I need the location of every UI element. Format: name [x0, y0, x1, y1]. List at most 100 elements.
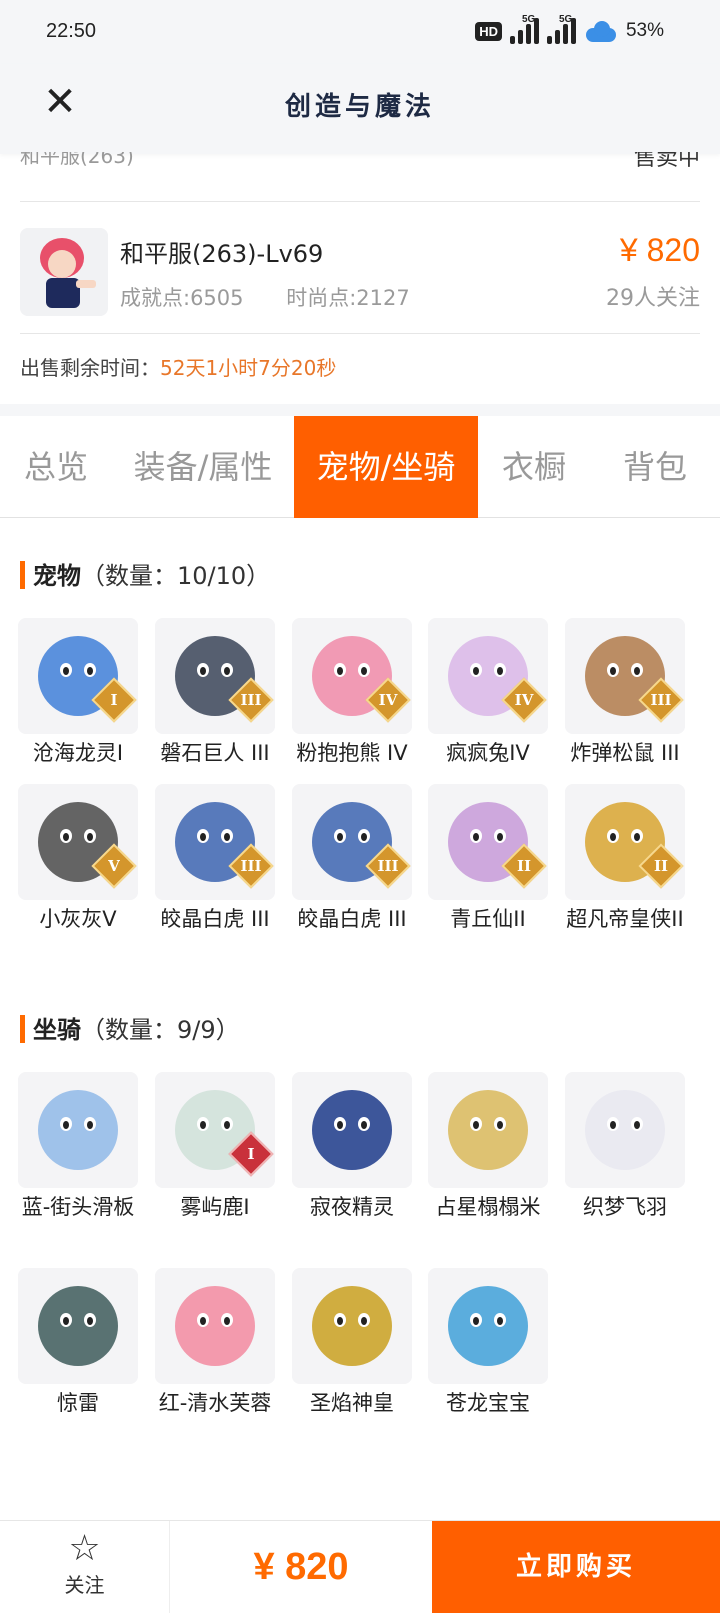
cloud-icon — [584, 20, 618, 42]
item-label: 沧海龙灵I — [32, 741, 124, 765]
item-label: 圣焰神皇 — [310, 1391, 394, 1415]
sale-status: 售卖中 — [633, 152, 700, 171]
remaining-label: 出售剩余时间： — [20, 356, 160, 380]
pet-item[interactable]: III 皎晶白虎 III — [292, 784, 412, 934]
item-image — [18, 1072, 138, 1188]
item-image: II — [428, 784, 548, 900]
character-price: ¥ 820 — [619, 232, 700, 268]
section-accent — [20, 1015, 25, 1043]
pet-item[interactable]: IV 粉抱抱熊 IV — [292, 618, 412, 768]
star-icon: ☆ — [68, 1528, 101, 1569]
item-label: 粉抱抱熊 IV — [296, 741, 408, 765]
pet-item[interactable]: I 沧海龙灵I — [18, 618, 138, 768]
item-image: III — [292, 784, 412, 900]
pet-item[interactable]: III 皎晶白虎 III — [155, 784, 275, 934]
item-label: 皎晶白虎 III — [160, 907, 270, 931]
pet-item[interactable]: II 青丘仙II — [428, 784, 548, 934]
mount-item[interactable]: 红-清水芙蓉 — [155, 1268, 275, 1418]
bottom-price: ¥ 820 — [253, 1546, 349, 1588]
item-label: 蓝-街头滑板 — [21, 1195, 135, 1219]
tab-bag[interactable]: 背包 — [590, 416, 720, 518]
status-bar: 22:50 HD 5G 5G 53% — [0, 0, 720, 64]
mounts-section-title: 坐骑（数量：9/9） — [20, 1010, 240, 1045]
follower-count: 29人关注 — [606, 286, 700, 311]
character-name: 和平服(263)-Lv69 — [120, 240, 324, 268]
item-image — [565, 1072, 685, 1188]
character-stats: 成就点:6505 时尚点:2127 — [120, 282, 446, 312]
item-label: 小灰灰V — [39, 907, 117, 931]
mount-item[interactable]: 惊雷 — [18, 1268, 138, 1418]
item-label: 红-清水芙蓉 — [158, 1391, 272, 1415]
tab-wardrobe[interactable]: 衣橱 — [478, 416, 590, 518]
mount-item[interactable]: 占星榻榻米 — [428, 1072, 548, 1222]
section-divider — [0, 404, 720, 416]
item-label: 寂夜精灵 — [310, 1195, 394, 1219]
item-label: 青丘仙II — [450, 907, 526, 931]
item-image — [155, 1268, 275, 1384]
pet-item[interactable]: V 小灰灰V — [18, 784, 138, 934]
item-label: 织梦飞羽 — [583, 1195, 667, 1219]
battery-text: 53% — [625, 20, 664, 41]
signal-icon-2: 5G — [546, 14, 576, 44]
character-avatar — [20, 228, 108, 316]
achievement-points: 成就点:6505 — [120, 286, 244, 310]
item-label: 苍龙宝宝 — [446, 1391, 530, 1415]
pets-title: 宠物 — [33, 562, 81, 590]
hd-badge: HD — [475, 21, 502, 41]
item-label: 皎晶白虎 III — [297, 907, 407, 931]
item-label: 惊雷 — [57, 1391, 99, 1415]
item-image — [292, 1268, 412, 1384]
mounts-count: （数量：9/9） — [81, 1016, 240, 1044]
item-image: III — [155, 784, 275, 900]
pets-count: （数量：10/10） — [81, 562, 271, 590]
signal-icon: 5G — [509, 14, 539, 44]
item-image: III — [155, 618, 275, 734]
pet-item[interactable]: IV 疯疯兔IV — [428, 618, 548, 768]
status-icons: HD 5G 5G 53% — [475, 14, 664, 44]
fashion-points: 时尚点:2127 — [286, 286, 410, 310]
mount-item[interactable]: 寂夜精灵 — [292, 1072, 412, 1222]
item-image: IV — [428, 618, 548, 734]
item-image: V — [18, 784, 138, 900]
mount-item[interactable]: 苍龙宝宝 — [428, 1268, 548, 1418]
item-image — [428, 1268, 548, 1384]
mount-item[interactable]: 蓝-街头滑板 — [18, 1072, 138, 1222]
item-image — [428, 1072, 548, 1188]
remaining-time: 出售剩余时间：52天1小时7分20秒 — [20, 352, 336, 381]
item-label: 雾屿鹿I — [180, 1195, 250, 1219]
follow-button[interactable]: ☆ 关注 — [0, 1521, 170, 1613]
pet-item[interactable]: III 炸弹松鼠 III — [565, 618, 685, 768]
item-label: 炸弹松鼠 III — [570, 741, 680, 765]
server-row: 和平服(263) 售卖中 — [20, 152, 700, 202]
mount-item[interactable]: 圣焰神皇 — [292, 1268, 412, 1418]
mount-item[interactable]: 织梦飞羽 — [565, 1072, 685, 1222]
mount-item[interactable]: I 雾屿鹿I — [155, 1072, 275, 1222]
item-image: II — [565, 784, 685, 900]
status-time: 22:50 — [46, 20, 97, 42]
tab-overview[interactable]: 总览 — [0, 416, 112, 518]
pet-item[interactable]: III 磐石巨人 III — [155, 618, 275, 768]
item-image: I — [155, 1072, 275, 1188]
item-image: IV — [292, 618, 412, 734]
page-title: 创造与魔法 — [284, 92, 435, 122]
item-image — [18, 1268, 138, 1384]
section-accent — [20, 561, 25, 589]
server-name: 和平服(263) — [20, 152, 134, 168]
pets-section-title: 宠物（数量：10/10） — [20, 556, 270, 591]
follow-label: 关注 — [64, 1573, 105, 1597]
bottom-bar: ☆ 关注 ¥ 820 立即购买 — [0, 1520, 720, 1613]
item-label: 超凡帝皇侠II — [566, 907, 684, 931]
tab-equipment[interactable]: 装备/属性 — [112, 416, 294, 518]
nav-bar: ✕ 创造与魔法 — [0, 64, 720, 154]
item-label: 占星榻榻米 — [435, 1195, 541, 1219]
buy-now-button[interactable]: 立即购买 — [432, 1521, 720, 1613]
item-label: 疯疯兔IV — [446, 741, 530, 765]
character-card[interactable]: 和平服(263)-Lv69 成就点:6505 时尚点:2127 ¥ 820 29… — [20, 222, 700, 334]
mounts-title: 坐骑 — [33, 1016, 81, 1044]
item-image — [292, 1072, 412, 1188]
item-image: I — [18, 618, 138, 734]
remaining-value: 52天1小时7分20秒 — [160, 356, 337, 380]
item-label: 磐石巨人 III — [160, 741, 270, 765]
tab-pets-mounts[interactable]: 宠物/坐骑 — [294, 416, 478, 518]
pet-item[interactable]: II 超凡帝皇侠II — [565, 784, 685, 934]
